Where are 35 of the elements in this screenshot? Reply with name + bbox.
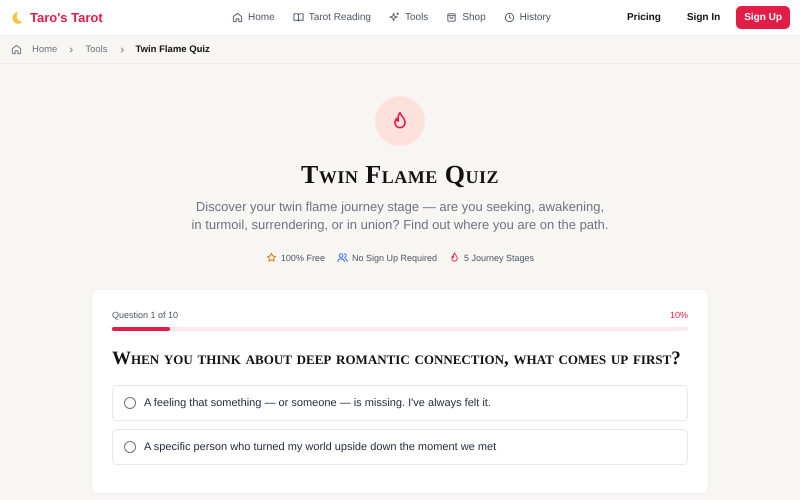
home-icon xyxy=(232,12,243,23)
breadcrumb-link[interactable]: Home xyxy=(32,44,58,55)
moon-icon xyxy=(10,10,24,24)
book-icon xyxy=(292,12,304,23)
nav-link[interactable]: History xyxy=(504,12,551,23)
feature-label: 5 Journey Stages xyxy=(464,252,534,262)
progress-label: Question 1 of 10 xyxy=(112,310,178,320)
answer-option[interactable]: A feeling that something — or someone — is missing. I've always felt it. xyxy=(112,385,688,421)
feature-label: 100% Free xyxy=(280,252,325,262)
answer-option[interactable]: A specific person who turned my world upside down the moment we met xyxy=(112,429,688,465)
progress-percent: 10% xyxy=(670,310,688,320)
nav-link[interactable]: Sign In xyxy=(676,6,730,29)
feature-label: No Sign Up Required xyxy=(352,252,438,262)
sparkle-icon xyxy=(388,12,400,23)
home-icon xyxy=(11,44,22,55)
nav-link[interactable]: Tarot Reading xyxy=(292,12,371,23)
users-icon xyxy=(336,252,348,263)
brand-name[interactable]: Taro's Tarot xyxy=(30,10,103,25)
radio-button[interactable] xyxy=(124,441,136,453)
nav-link[interactable]: Home xyxy=(232,12,275,23)
sign-up-button[interactable]: Sign Up xyxy=(736,6,790,29)
nav-link[interactable]: Pricing xyxy=(616,6,671,29)
star-icon xyxy=(266,252,277,263)
breadcrumb-link[interactable]: Tools xyxy=(85,44,108,55)
clock-icon xyxy=(504,12,515,23)
nav-link[interactable]: Tools xyxy=(388,12,428,23)
flame-icon xyxy=(449,252,460,263)
chevron-right-icon xyxy=(67,46,76,54)
question-text: When you think about deep romantic connection, what comes up first? xyxy=(112,347,682,371)
bag-icon xyxy=(446,12,458,23)
breadcrumb-link[interactable]: Twin Flame Quiz xyxy=(136,44,210,55)
radio-button[interactable] xyxy=(124,397,136,409)
nav-link[interactable]: Shop xyxy=(446,12,486,23)
page-title: Twin Flame Quiz xyxy=(301,160,499,190)
page-description: Discover your twin flame journey stage — are you seeking, awakening, in turmoil, surrendering, or in union? Find out where you are on the path. xyxy=(190,198,610,234)
